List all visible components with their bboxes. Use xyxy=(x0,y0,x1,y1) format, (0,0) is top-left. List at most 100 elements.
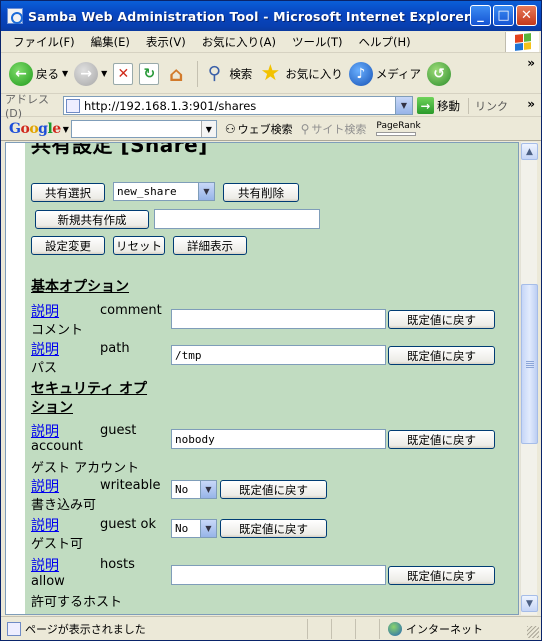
standard-toolbar: ← 戻る ▼ → ▼ ✕ ↻ ⌂ ⚲ 検索 ★ お気に入り ♪ メディア ↺ » xyxy=(1,54,541,94)
guest-account-input[interactable]: nobody xyxy=(171,429,386,449)
help-link-path[interactable]: 説明 xyxy=(31,339,59,359)
favorites-label: お気に入り xyxy=(285,66,343,81)
path-input[interactable]: /tmp xyxy=(171,345,386,365)
scroll-up-button[interactable]: ▲ xyxy=(521,143,538,160)
help-link-guest-ok[interactable]: 説明 xyxy=(31,515,59,535)
links-overflow-chevron[interactable]: » xyxy=(527,97,535,111)
param-label-guest-account: ゲスト アカウント xyxy=(31,461,140,476)
set-default-button-writeable[interactable]: 既定値に戻す xyxy=(220,480,327,499)
set-default-button-comment[interactable]: 既定値に戻す xyxy=(388,310,495,329)
chevron-down-icon[interactable]: ▼ xyxy=(63,125,69,134)
google-logo[interactable]: Google xyxy=(9,121,61,137)
chevron-down-icon[interactable]: ▼ xyxy=(200,481,216,498)
history-button[interactable]: ↺ xyxy=(427,61,452,86)
menu-edit[interactable]: 編集(E) xyxy=(83,34,138,50)
share-select-value: new_share xyxy=(117,185,177,198)
media-button[interactable]: ♪ メディア xyxy=(348,61,421,86)
comment-input[interactable] xyxy=(171,309,386,329)
help-link-hosts-allow[interactable]: 説明 xyxy=(31,555,59,575)
status-cell xyxy=(331,618,355,639)
param-name-guest-account-line2: account xyxy=(31,439,83,454)
go-label: 移動 xyxy=(437,98,460,113)
page-content: 共有設定 [Share] 共有選択 new_share ▼ 共有削除 新規共有作… xyxy=(5,142,519,615)
help-link-comment[interactable]: 説明 xyxy=(31,301,59,321)
favorites-button[interactable]: ★ お気に入り xyxy=(258,61,343,86)
help-link-guest-account[interactable]: 説明 xyxy=(31,421,59,441)
new-share-name-input[interactable] xyxy=(154,209,320,229)
select-share-button[interactable]: 共有選択 xyxy=(31,183,105,202)
chevron-down-icon[interactable]: ▼ xyxy=(62,69,68,78)
param-label-path: パス xyxy=(31,361,58,376)
hosts-allow-input[interactable] xyxy=(171,565,386,585)
chevron-down-icon[interactable]: ▼ xyxy=(200,520,216,537)
guest-ok-select[interactable]: No ▼ xyxy=(171,519,217,538)
menu-bar: ファイル(F) 編集(E) 表示(V) お気に入り(A) ツール(T) ヘルプ(… xyxy=(1,31,541,53)
stop-button[interactable]: ✕ xyxy=(113,62,134,85)
set-default-button-guest-account[interactable]: 既定値に戻す xyxy=(388,430,495,449)
site-search-label: サイト検索 xyxy=(311,123,367,136)
pagerank-indicator[interactable]: PageRank xyxy=(376,121,421,136)
home-button[interactable]: ⌂ xyxy=(165,61,187,86)
back-label: 戻る xyxy=(36,66,59,81)
reset-button[interactable]: リセット xyxy=(113,236,165,255)
menu-tools[interactable]: ツール(T) xyxy=(284,34,351,50)
maximize-button[interactable]: □ xyxy=(493,5,514,26)
delete-share-button[interactable]: 共有削除 xyxy=(223,183,299,202)
resize-grip-icon[interactable] xyxy=(527,626,539,638)
site-search-button[interactable]: ⚲ サイト検索 xyxy=(301,121,367,137)
star-icon: ★ xyxy=(260,61,281,86)
search-icon: ⚲ xyxy=(207,63,221,84)
menu-file[interactable]: ファイル(F) xyxy=(5,34,83,50)
toolbar-overflow-chevron[interactable]: » xyxy=(527,56,535,70)
title-bar[interactable]: Samba Web Administration Tool - Microsof… xyxy=(1,1,541,31)
set-default-button-path[interactable]: 既定値に戻す xyxy=(388,346,495,365)
writeable-select[interactable]: No ▼ xyxy=(171,480,217,499)
scroll-down-button[interactable]: ▼ xyxy=(521,595,538,612)
set-default-button-hosts-allow[interactable]: 既定値に戻す xyxy=(388,566,495,585)
search-button[interactable]: ⚲ 検索 xyxy=(202,62,253,86)
media-icon: ♪ xyxy=(348,61,373,86)
scroll-thumb[interactable] xyxy=(521,284,538,444)
grip-icon xyxy=(526,361,534,368)
chevron-down-icon[interactable]: ▼ xyxy=(200,121,216,137)
links-toolbar[interactable]: リンク xyxy=(468,97,508,114)
status-divider xyxy=(379,618,380,639)
address-label: アドレス(D) xyxy=(5,93,49,120)
status-cell xyxy=(355,618,379,639)
param-name-comment: comment xyxy=(100,303,162,318)
web-search-button[interactable]: ⚇ ウェブ検索 xyxy=(225,121,293,137)
address-url: http://192.168.1.3:901/shares xyxy=(84,98,257,113)
vertical-scrollbar[interactable]: ▲ ▼ xyxy=(520,142,538,615)
pagerank-label: PageRank xyxy=(376,121,421,131)
minimize-button[interactable]: _ xyxy=(470,5,491,26)
basic-options-heading: 基本オプション xyxy=(31,279,129,295)
back-arrow-icon: ← xyxy=(9,61,33,86)
window-controls: _ □ ✕ xyxy=(470,5,537,26)
chevron-down-icon[interactable]: ▼ xyxy=(395,97,412,114)
create-share-button[interactable]: 新規共有作成 xyxy=(35,210,149,229)
param-label-comment: コメント xyxy=(31,323,84,338)
param-name-path: path xyxy=(100,341,130,356)
advanced-view-button[interactable]: 詳細表示 xyxy=(173,236,247,255)
go-button[interactable]: → 移動 xyxy=(417,97,460,114)
home-icon: ⌂ xyxy=(169,61,184,86)
chevron-down-icon[interactable]: ▼ xyxy=(101,69,107,78)
help-link-writeable[interactable]: 説明 xyxy=(31,476,59,496)
refresh-button[interactable]: ↻ xyxy=(139,62,160,85)
pagerank-bar xyxy=(376,132,417,136)
address-input[interactable]: http://192.168.1.3:901/shares ▼ xyxy=(63,96,413,115)
google-search-input[interactable]: ▼ xyxy=(70,120,217,138)
back-button[interactable]: ← 戻る ▼ xyxy=(9,61,68,86)
menu-help[interactable]: ヘルプ(H) xyxy=(351,34,419,50)
set-default-button-guest-ok[interactable]: 既定値に戻す xyxy=(220,519,327,538)
menu-view[interactable]: 表示(V) xyxy=(138,34,194,50)
security-options-heading-line1: セキュリティ オプ xyxy=(31,381,148,397)
param-name-writeable: writeable xyxy=(100,478,161,493)
binoculars-icon: ⚇ xyxy=(224,122,236,136)
commit-changes-button[interactable]: 設定変更 xyxy=(31,236,105,255)
menu-favorites[interactable]: お気に入り(A) xyxy=(194,34,284,50)
close-button[interactable]: ✕ xyxy=(516,5,537,26)
forward-button[interactable]: → ▼ xyxy=(74,61,107,86)
share-select[interactable]: new_share ▼ xyxy=(113,182,215,201)
chevron-down-icon[interactable]: ▼ xyxy=(198,183,214,200)
